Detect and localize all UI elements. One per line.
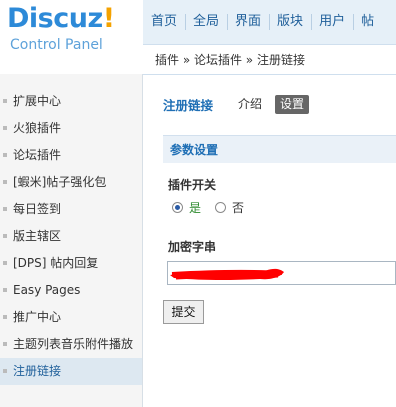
- bullet-icon: [3, 315, 7, 319]
- sidebar-item-post-enhance[interactable]: [蝦米]帖子强化包: [0, 169, 142, 196]
- nav-posts[interactable]: 帖: [353, 0, 382, 44]
- sidebar-item-register-link[interactable]: 注册链接: [0, 358, 142, 385]
- nav-forums[interactable]: 版块: [269, 0, 311, 44]
- submit-button[interactable]: 提交: [163, 300, 204, 324]
- sidebar-item-huolang[interactable]: 火狼插件: [0, 115, 142, 142]
- sidebar-item-label: [DPS] 帖内回复: [13, 256, 99, 270]
- sidebar-item-dps-reply[interactable]: [DPS] 帖内回复: [0, 250, 142, 277]
- sidebar-item-daily-signin[interactable]: 每日签到: [0, 196, 142, 223]
- bullet-icon: [3, 369, 7, 373]
- sidebar-item-easy-pages[interactable]: Easy Pages: [0, 277, 142, 304]
- nav-users[interactable]: 用户: [311, 0, 353, 44]
- bullet-icon: [3, 234, 7, 238]
- sidebar-item-label: 主题列表音乐附件播放: [13, 337, 134, 351]
- secret-key-input[interactable]: [167, 261, 396, 285]
- sidebar-item-label: Easy Pages: [13, 283, 81, 297]
- bullet-icon: [3, 207, 7, 211]
- sidebar-item-extension-center[interactable]: 扩展中心: [0, 88, 142, 115]
- top-navigation: 首页 全局 界面 版块 用户 帖: [143, 0, 396, 45]
- sidebar-item-forum-plugins[interactable]: 论坛插件: [0, 142, 142, 169]
- radio-no[interactable]: [215, 202, 227, 213]
- bullet-icon: [3, 126, 7, 130]
- tab-intro[interactable]: 介绍: [233, 95, 267, 114]
- plugin-tabs: 注册链接 介绍 设置: [163, 93, 317, 115]
- sidebar-item-label: [蝦米]帖子强化包: [13, 175, 107, 189]
- bullet-icon: [3, 99, 7, 103]
- sidebar-item-label: 推广中心: [13, 310, 62, 324]
- bullet-icon: [3, 153, 7, 157]
- sidebar-item-label: 每日签到: [13, 202, 62, 216]
- tab-settings[interactable]: 设置: [275, 94, 310, 114]
- nav-interface[interactable]: 界面: [227, 0, 269, 44]
- sidebar-item-label: 注册链接: [13, 364, 62, 378]
- redaction-scribble: [170, 268, 284, 280]
- sidebar-item-label: 扩展中心: [13, 94, 62, 108]
- sidebar: 扩展中心 火狼插件 论坛插件 [蝦米]帖子强化包 每日签到 版主辖区 [DPS]…: [0, 74, 143, 407]
- nav-home[interactable]: 首页: [143, 0, 185, 44]
- sidebar-item-label: 火狼插件: [13, 121, 62, 135]
- breadcrumb: 插件 » 论坛插件 » 注册链接: [143, 45, 396, 75]
- sidebar-item-promotion-center[interactable]: 推广中心: [0, 304, 142, 331]
- sidebar-item-moderator-area[interactable]: 版主辖区: [0, 223, 142, 250]
- section-header: 参数设置: [163, 135, 396, 163]
- plugin-switch-label: 插件开关: [168, 178, 217, 192]
- nav-global[interactable]: 全局: [185, 0, 227, 44]
- bullet-icon: [3, 288, 7, 292]
- bullet-icon: [3, 180, 7, 184]
- bullet-icon: [3, 342, 7, 346]
- plugin-switch-radio-group: 是 否: [172, 199, 244, 216]
- logo-text: Discuz!: [7, 3, 115, 34]
- page-title: 注册链接: [163, 97, 214, 113]
- secret-key-label: 加密字串: [168, 240, 217, 254]
- radio-no-label[interactable]: 否: [232, 199, 244, 216]
- radio-yes-label[interactable]: 是: [189, 199, 201, 216]
- header: Discuz! Control Panel 首页 全局 界面 版块 用户 帖: [0, 0, 396, 53]
- sidebar-item-label: 论坛插件: [13, 148, 62, 162]
- radio-yes[interactable]: [172, 202, 183, 213]
- logo-subtitle: Control Panel: [10, 37, 103, 53]
- sidebar-item-label: 版主辖区: [13, 229, 62, 243]
- discuz-logo[interactable]: Discuz! Control Panel: [0, 0, 143, 74]
- bullet-icon: [3, 261, 7, 265]
- sidebar-item-music-player[interactable]: 主题列表音乐附件播放: [0, 331, 142, 358]
